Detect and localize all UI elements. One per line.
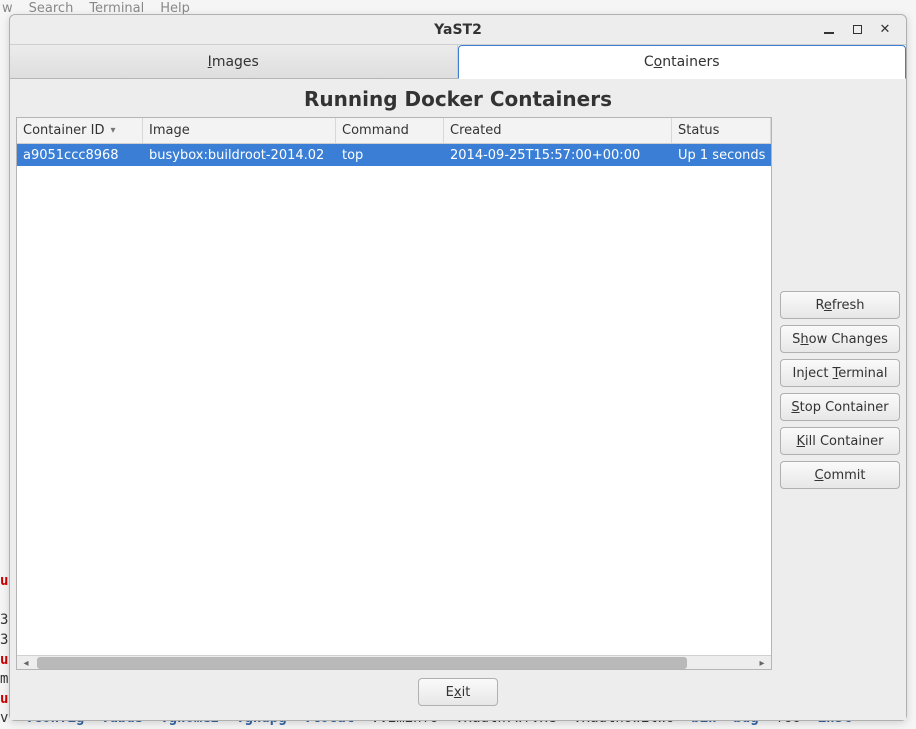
tab-images-label: mages [212,54,259,70]
th-image-label: Image [149,123,190,138]
table-body: a9051ccc8968 busybox:buildroot-2014.02 t… [17,144,771,655]
exit-button[interactable]: Exit [418,678,498,706]
minimize-button[interactable] [820,21,838,39]
side-buttons: Refresh Show Changes Inject Terminal Sto… [780,117,900,670]
cell-container-id: a9051ccc8968 [17,148,143,163]
cell-status: Up 1 seconds [672,148,771,163]
scroll-right-icon[interactable]: ▸ [755,656,769,670]
page-heading: Running Docker Containers [16,79,900,117]
th-status-label: Status [678,123,719,138]
scroll-thumb[interactable] [37,657,687,669]
yast2-window: YaST2 Images Containers Running Docker C… [9,14,907,721]
scroll-left-icon[interactable]: ◂ [19,656,33,670]
tab-bar: Images Containers [10,45,906,79]
maximize-button[interactable] [848,21,866,39]
kill-container-button[interactable]: Kill Container [780,427,900,455]
show-changes-button[interactable]: Show Changes [780,325,900,353]
th-container-id-label: Container ID [23,123,105,138]
tab-containers-label: ntainers [662,54,719,70]
horizontal-scrollbar[interactable]: ◂ ▸ [17,655,771,669]
table-header: Container ID ▾ Image Command Created Sta… [17,118,771,144]
inject-terminal-button[interactable]: Inject Terminal [780,359,900,387]
content-area: Running Docker Containers Container ID ▾… [10,79,906,720]
tab-images[interactable]: Images [10,45,458,78]
cell-image: busybox:buildroot-2014.02 [143,148,336,163]
sort-indicator-icon: ▾ [111,125,116,136]
body-row: Container ID ▾ Image Command Created Sta… [16,117,900,670]
refresh-button[interactable]: Refresh [780,291,900,319]
stop-container-button[interactable]: Stop Container [780,393,900,421]
th-command-label: Command [342,123,409,138]
window-controls [820,15,902,44]
cell-command: top [336,148,444,163]
bg-menu-view: w [2,1,13,16]
th-image[interactable]: Image [143,118,336,143]
th-container-id[interactable]: Container ID ▾ [17,118,143,143]
footer: Exit [16,670,900,714]
window-title: YaST2 [10,22,906,38]
containers-table[interactable]: Container ID ▾ Image Command Created Sta… [16,117,772,670]
cell-created: 2014-09-25T15:57:00+00:00 [444,148,672,163]
th-created-label: Created [450,123,501,138]
th-command[interactable]: Command [336,118,444,143]
commit-button[interactable]: Commit [780,461,900,489]
tab-containers[interactable]: Containers [458,45,907,79]
table-row[interactable]: a9051ccc8968 busybox:buildroot-2014.02 t… [17,144,771,166]
maximize-icon [853,25,862,34]
th-created[interactable]: Created [444,118,672,143]
minimize-icon [824,32,834,34]
th-status[interactable]: Status [672,118,771,143]
titlebar[interactable]: YaST2 [10,15,906,45]
close-button[interactable] [876,21,894,39]
